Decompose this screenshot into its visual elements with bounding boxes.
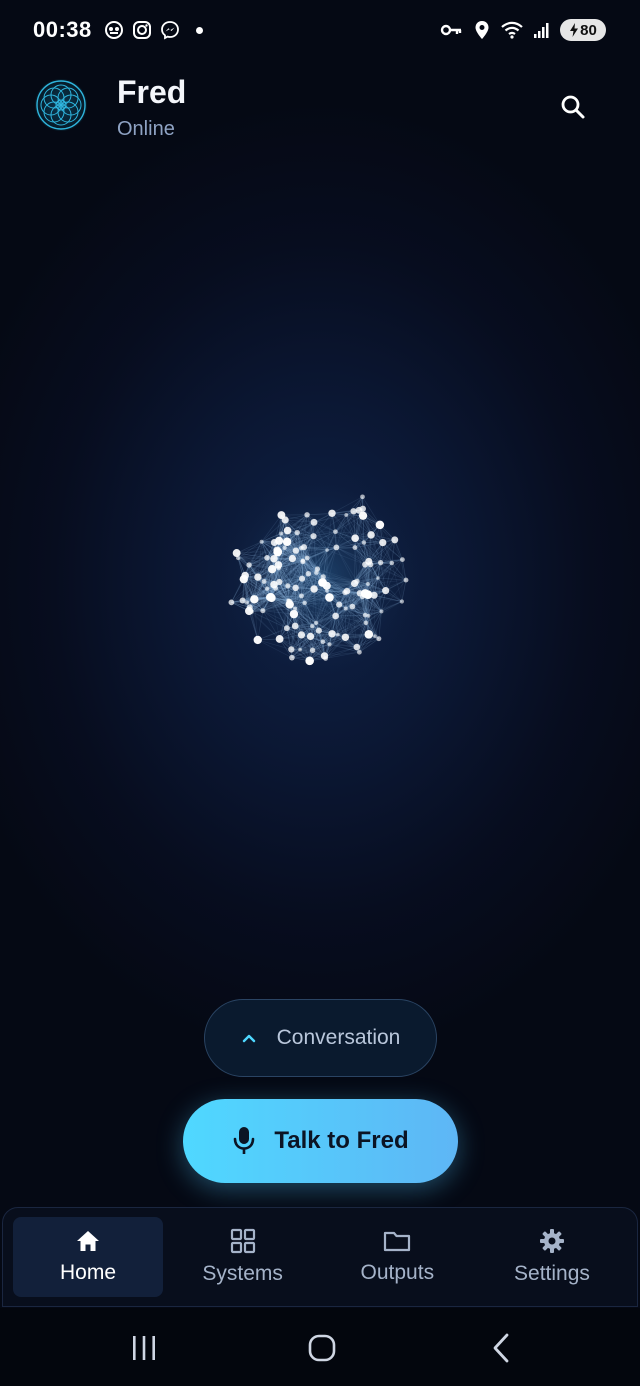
more-notifications-dot [195, 26, 203, 34]
contact-status: Online [117, 118, 175, 140]
nav-label-outputs: Outputs [360, 1261, 435, 1284]
nav-label-settings: Settings [514, 1262, 590, 1285]
battery-icon: 80 [560, 19, 606, 41]
neural-network-orb[interactable] [210, 468, 430, 693]
wifi-icon [500, 20, 524, 40]
nav-label-home: Home [59, 1261, 117, 1284]
home-circle-icon [308, 1334, 336, 1362]
status-time: 00:38 [33, 17, 92, 42]
nav-item-systems[interactable]: Systems [168, 1217, 318, 1297]
instagram-icon [132, 20, 152, 40]
chevron-up-icon [242, 1034, 255, 1043]
nav-item-home[interactable]: Home [13, 1217, 163, 1297]
nav-item-settings[interactable]: Settings [477, 1217, 627, 1297]
mandala-avatar-icon[interactable] [34, 78, 88, 132]
signal-icon [532, 20, 552, 40]
grid-icon [230, 1228, 255, 1254]
folder-icon [384, 1231, 411, 1252]
home-icon [77, 1231, 99, 1251]
microphone-icon [234, 1127, 255, 1154]
back-arrow-icon [493, 1333, 509, 1363]
bottom-navigation: Home Systems Outputs Settings [2, 1207, 638, 1307]
nav-label-systems: Systems [202, 1262, 283, 1285]
status-bar: 00:38 80 [0, 0, 640, 60]
location-icon [472, 20, 492, 40]
conversation-button[interactable]: Conversation [204, 999, 437, 1077]
conversation-label: Conversation [276, 1026, 401, 1049]
talk-button[interactable]: Talk to Fred [183, 1099, 458, 1183]
nav-item-outputs[interactable]: Outputs [322, 1217, 472, 1297]
chat-header: Fred Online [0, 72, 640, 152]
notification-app-icon [104, 20, 124, 40]
system-navigation-bar [0, 1308, 640, 1386]
search-icon [561, 95, 585, 119]
back-button[interactable] [482, 1328, 522, 1368]
search-button[interactable] [553, 87, 593, 127]
status-left: 00:38 [33, 17, 203, 43]
app-screen: 00:38 80 Fred Online Conversation Talk t… [0, 0, 640, 1386]
status-right: 80 [440, 19, 606, 41]
home-button[interactable] [302, 1328, 342, 1368]
recent-apps-icon [133, 1336, 155, 1360]
talk-label: Talk to Fred [274, 1127, 409, 1154]
vpn-key-icon [440, 20, 464, 40]
messenger-icon [160, 20, 180, 40]
gear-icon [539, 1229, 564, 1253]
contact-name: Fred [117, 74, 187, 110]
recent-apps-button[interactable] [124, 1328, 164, 1368]
battery-level: 80 [580, 21, 597, 39]
